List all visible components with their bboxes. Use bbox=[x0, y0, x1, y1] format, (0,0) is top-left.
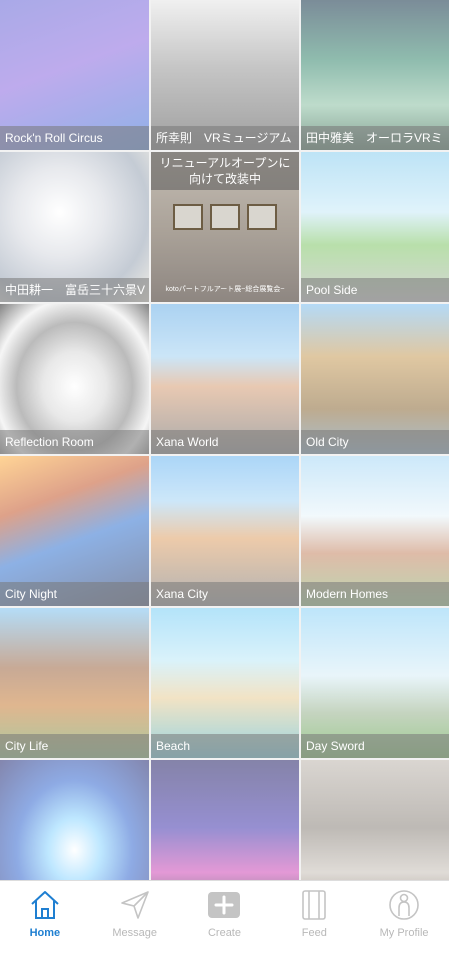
book-icon bbox=[302, 890, 327, 920]
world-title: Modern Homes bbox=[301, 582, 449, 606]
gallery-frames bbox=[173, 204, 277, 230]
bottom-tab-bar: Home Message Create Feed My Profile bbox=[0, 880, 449, 964]
tab-message[interactable]: Message bbox=[91, 881, 179, 939]
world-tile[interactable]: City Night bbox=[0, 456, 149, 606]
world-tile[interactable]: リニューアルオープンに向けて改装中 kotoパートフルアート展~総合展覧会~ bbox=[151, 152, 299, 302]
world-title: Day Sword bbox=[301, 734, 449, 758]
home-icon bbox=[31, 891, 59, 919]
world-title: Pool Side bbox=[301, 278, 449, 302]
world-title: Xana World bbox=[151, 430, 299, 454]
tab-feed[interactable]: Feed bbox=[270, 881, 358, 939]
world-title: 中田耕一 富岳三十六景V bbox=[0, 278, 149, 302]
tile-overlay bbox=[151, 760, 299, 881]
picture-frame bbox=[173, 204, 203, 230]
world-tile[interactable] bbox=[301, 760, 449, 881]
world-tile[interactable]: Xana City bbox=[151, 456, 299, 606]
tab-home-label: Home bbox=[29, 927, 61, 939]
world-tile[interactable]: Beach bbox=[151, 608, 299, 758]
renovation-banner: リニューアルオープンに向けて改装中 bbox=[151, 152, 299, 190]
picture-frame bbox=[247, 204, 277, 230]
tab-create[interactable]: Create bbox=[180, 881, 268, 939]
world-title: City Night bbox=[0, 582, 149, 606]
world-title: Xana City bbox=[151, 582, 299, 606]
world-tile[interactable]: Day Sword bbox=[301, 608, 449, 758]
world-title: Rock'n Roll Circus bbox=[0, 126, 149, 150]
world-tile[interactable]: 田中雅美 オーロラVRミ bbox=[301, 0, 449, 150]
tile-overlay bbox=[0, 760, 149, 881]
tab-home[interactable]: Home bbox=[1, 881, 89, 939]
world-tile[interactable]: Reflection Room bbox=[0, 304, 149, 454]
world-tile[interactable]: Xana World bbox=[151, 304, 299, 454]
tab-message-label: Message bbox=[112, 927, 157, 939]
world-grid: Rock'n Roll Circus 所幸則 VRミュージアム 田中雅美 オーロラV… bbox=[0, 0, 449, 881]
world-tile[interactable]: City Life bbox=[0, 608, 149, 758]
world-title: Beach bbox=[151, 734, 299, 758]
profile-icon bbox=[389, 890, 419, 920]
world-tile[interactable]: Pool Side bbox=[301, 152, 449, 302]
world-title: Old City bbox=[301, 430, 449, 454]
world-tile[interactable] bbox=[151, 760, 299, 881]
plus-icon bbox=[208, 892, 241, 918]
world-tile[interactable]: Modern Homes bbox=[301, 456, 449, 606]
world-tile[interactable]: Rock'n Roll Circus bbox=[0, 0, 149, 150]
world-title: Reflection Room bbox=[0, 430, 149, 454]
paper-plane-icon bbox=[120, 891, 149, 919]
tile-overlay bbox=[301, 760, 449, 881]
world-tile[interactable] bbox=[0, 760, 149, 881]
tab-my-profile[interactable]: My Profile bbox=[360, 881, 448, 939]
tab-feed-label: Feed bbox=[301, 927, 327, 939]
world-title: 田中雅美 オーロラVRミ bbox=[301, 126, 449, 150]
world-title: 所幸則 VRミュージアム bbox=[151, 126, 299, 150]
world-title: kotoパートフルアート展~総合展覧会~ bbox=[165, 286, 285, 293]
world-tile[interactable]: 所幸則 VRミュージアム bbox=[151, 0, 299, 150]
picture-frame bbox=[210, 204, 240, 230]
world-title: City Life bbox=[0, 734, 149, 758]
tab-create-label: Create bbox=[207, 927, 241, 939]
world-tile[interactable]: 中田耕一 富岳三十六景V bbox=[0, 152, 149, 302]
tab-my-profile-label: My Profile bbox=[379, 927, 429, 939]
world-tile[interactable]: Old City bbox=[301, 304, 449, 454]
